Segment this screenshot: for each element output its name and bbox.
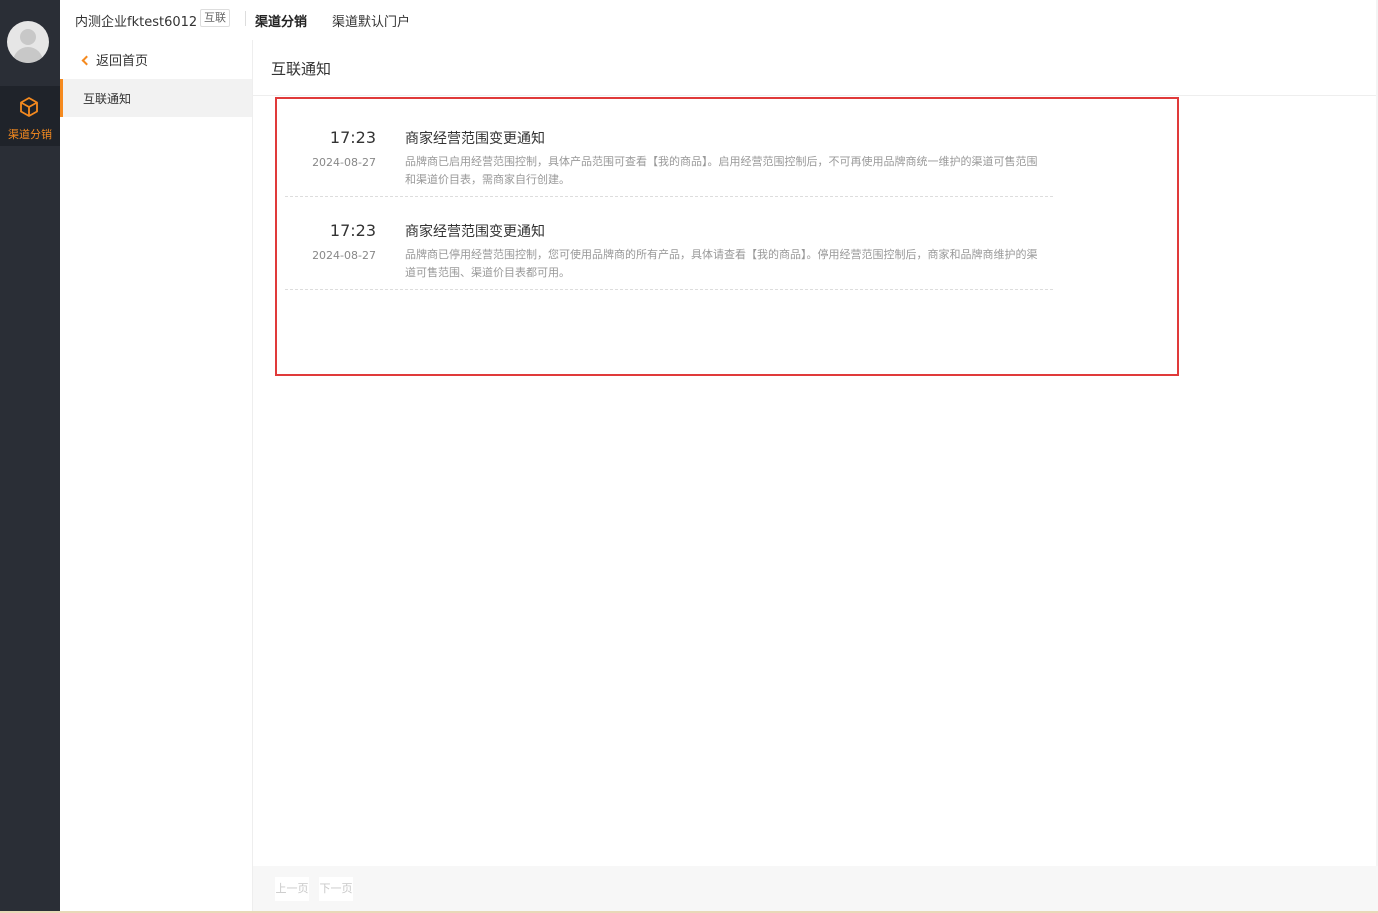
- next-page-button[interactable]: 下一页: [319, 877, 353, 901]
- sidebar-item-label: 互联通知: [83, 92, 132, 106]
- interconnect-badge: 互联: [200, 9, 230, 27]
- sidebar-item-interconnect-notice[interactable]: 互联通知: [60, 79, 252, 117]
- nav-item-channel-distribution[interactable]: 渠道分销: [0, 86, 60, 146]
- notice-item[interactable]: 17:23 2024-08-27 商家经营范围变更通知 品牌商已停用经营范围控制…: [285, 197, 1053, 290]
- chevron-left-icon: [81, 55, 92, 66]
- notice-body: 品牌商已启用经营范围控制，具体产品范围可查看【我的商品】。启用经营范围控制后，不…: [405, 155, 1038, 186]
- page-title: 互联通知: [271, 60, 332, 78]
- nav-item-label: 渠道分销: [8, 128, 52, 141]
- notice-time: 17:23: [329, 221, 376, 240]
- avatar[interactable]: [7, 21, 49, 63]
- avatar-head-shape: [20, 29, 36, 45]
- avatar-body-shape: [13, 47, 43, 63]
- prev-page-button[interactable]: 上一页: [275, 877, 309, 901]
- back-home-label: 返回首页: [96, 54, 149, 69]
- company-name: 内测企业fktest6012: [75, 15, 198, 30]
- divider: [245, 11, 246, 26]
- tab-channel-default-portal[interactable]: 渠道默认门户: [332, 11, 410, 30]
- notice-time: 17:23: [329, 128, 376, 147]
- top-bar: 内测企业fktest6012 互联 渠道分销 渠道默认门户: [60, 0, 1378, 40]
- tab-channel-distribution[interactable]: 渠道分销: [255, 11, 307, 30]
- back-home-link[interactable]: 返回首页: [81, 50, 149, 69]
- pagination-bar: 上一页 下一页: [253, 866, 1378, 911]
- notice-title: 商家经营范围变更通知: [405, 131, 545, 147]
- notice-date: 2024-08-27: [312, 156, 376, 169]
- cube-icon: [20, 97, 38, 117]
- main-header: 互联通知: [253, 40, 1378, 96]
- notice-title: 商家经营范围变更通知: [405, 224, 545, 240]
- left-nav: 渠道分销: [0, 0, 60, 913]
- notice-date: 2024-08-27: [312, 249, 376, 262]
- secondary-sidebar: 返回首页 互联通知: [60, 40, 253, 913]
- notice-body: 品牌商已停用经营范围控制，您可使用品牌商的所有产品，具体请查看【我的商品】。停用…: [405, 248, 1038, 279]
- notice-item[interactable]: 17:23 2024-08-27 商家经营范围变更通知 品牌商已启用经营范围控制…: [285, 104, 1053, 197]
